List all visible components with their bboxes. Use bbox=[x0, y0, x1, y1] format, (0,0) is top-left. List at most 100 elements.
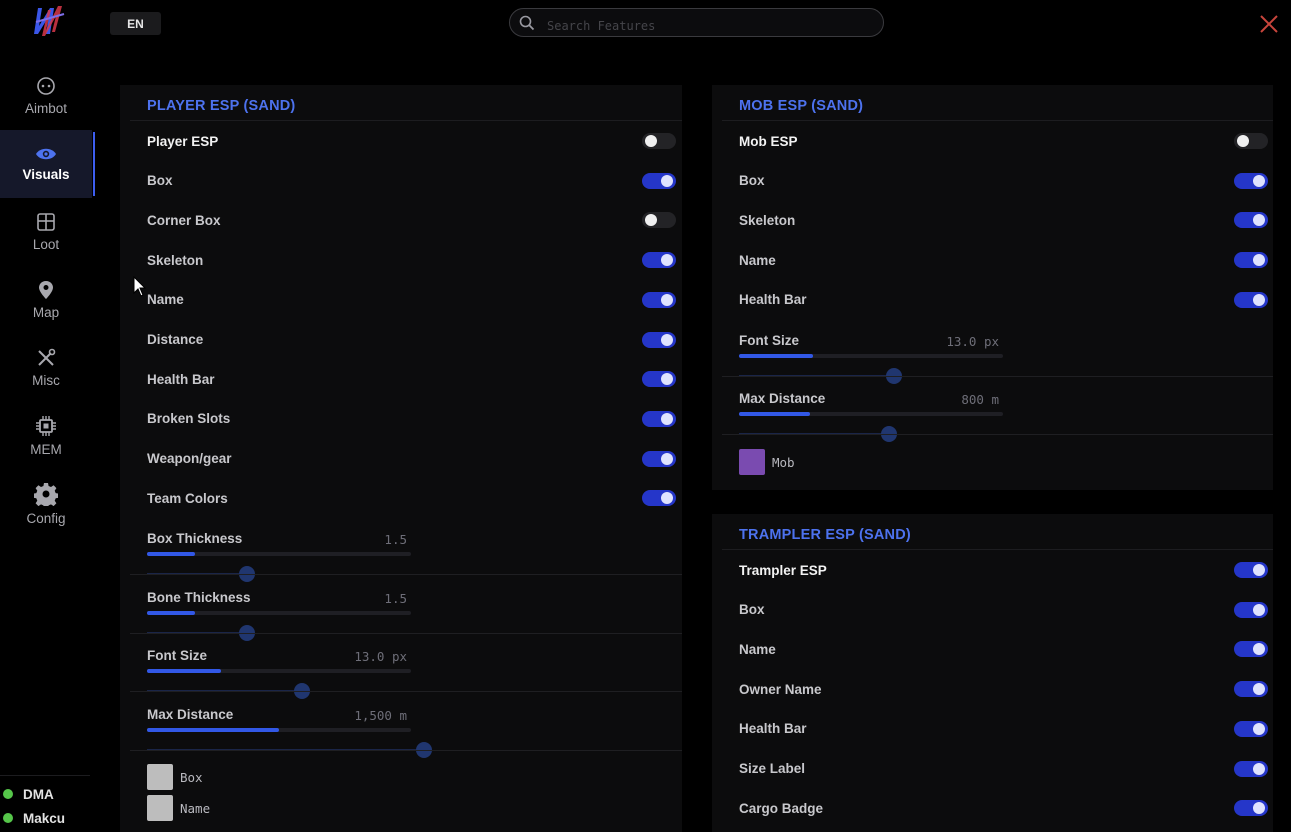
color-swatch[interactable] bbox=[147, 764, 173, 790]
player-esp-panel: PLAYER ESP (SAND) Player ESP Box Corner Bo… bbox=[120, 85, 682, 832]
toggle-switch[interactable] bbox=[1234, 641, 1268, 658]
slider-label: Max Distance bbox=[147, 706, 234, 722]
setting-label: Trampler ESP bbox=[739, 562, 827, 578]
setting-label: Corner Box bbox=[147, 212, 221, 228]
setting-label: Distance bbox=[147, 332, 204, 347]
toggle-switch[interactable] bbox=[1234, 252, 1268, 269]
slider-label: Bone Thickness bbox=[147, 589, 251, 605]
toggle-switch[interactable] bbox=[642, 331, 676, 348]
slider-track[interactable] bbox=[739, 412, 1003, 416]
color-swatch-row: Name bbox=[147, 795, 210, 821]
close-button[interactable] bbox=[1257, 12, 1281, 36]
swatch-label: Mob bbox=[772, 454, 795, 470]
setting-label: Name bbox=[147, 292, 184, 308]
setting-label: Team Colors bbox=[147, 490, 228, 506]
setting-label: Cargo Badge bbox=[739, 800, 824, 816]
map-pin-icon bbox=[39, 281, 53, 299]
setting-row: Box bbox=[739, 600, 765, 620]
setting-label: Mob ESP bbox=[739, 133, 798, 149]
sidebar-item-mem[interactable]: MEM bbox=[0, 402, 92, 470]
toggle-knob bbox=[1237, 135, 1249, 147]
toggle-knob bbox=[661, 373, 673, 386]
slider-track[interactable] bbox=[147, 610, 411, 615]
toggle-switch[interactable] bbox=[1234, 760, 1268, 777]
setting-row: Skeleton bbox=[147, 250, 203, 270]
toggle-switch[interactable] bbox=[1234, 212, 1268, 229]
panel-title: TRAMPLER ESP (SAND) bbox=[739, 527, 911, 543]
setting-row: Box bbox=[147, 171, 173, 191]
search-bar[interactable] bbox=[509, 8, 884, 37]
setting-row: Owner Name bbox=[739, 679, 822, 699]
toggle-knob bbox=[1253, 564, 1265, 576]
connection-status: DMA Makcu bbox=[0, 775, 90, 830]
sidebar-item-label: Config bbox=[26, 511, 66, 526]
status-dma: DMA bbox=[0, 782, 90, 806]
status-label: DMA bbox=[23, 786, 54, 802]
toggle-knob bbox=[661, 174, 673, 187]
swatch-label: Box bbox=[180, 769, 203, 785]
color-swatch-row: Mob bbox=[739, 449, 795, 475]
close-icon bbox=[1260, 15, 1278, 33]
sidebar-item-label: Visuals bbox=[22, 167, 70, 182]
setting-row: Size Label bbox=[739, 759, 805, 779]
setting-row: Box bbox=[739, 171, 765, 191]
slider-track[interactable] bbox=[147, 727, 411, 732]
slider-track[interactable] bbox=[739, 354, 1003, 358]
setting-row: Trampler ESP bbox=[739, 560, 827, 580]
toggle-switch[interactable] bbox=[642, 172, 676, 189]
toggle-knob bbox=[1253, 722, 1265, 735]
slider-track[interactable] bbox=[147, 669, 411, 673]
setting-row: Broken Slots bbox=[147, 409, 230, 429]
color-swatch[interactable] bbox=[147, 795, 173, 821]
aimbot-icon bbox=[37, 77, 55, 95]
toggle-knob bbox=[1253, 802, 1265, 815]
sidebar-item-config[interactable]: Config bbox=[0, 470, 92, 538]
setting-label: Size Label bbox=[739, 761, 806, 776]
toggle-switch[interactable] bbox=[642, 450, 676, 467]
slider-value: 1,500 m bbox=[354, 707, 407, 723]
toggle-switch[interactable] bbox=[1234, 172, 1268, 189]
color-swatch[interactable] bbox=[739, 449, 765, 475]
setting-label: Skeleton bbox=[147, 252, 204, 268]
setting-row: Health Bar bbox=[147, 369, 215, 389]
toggle-switch[interactable] bbox=[642, 410, 676, 427]
toggle-switch[interactable] bbox=[1234, 562, 1268, 578]
toggle-switch[interactable] bbox=[1234, 133, 1268, 149]
toggle-knob bbox=[1253, 254, 1265, 267]
slider-value: 13.0 px bbox=[354, 649, 407, 664]
setting-label: Box bbox=[147, 173, 173, 189]
slider-fill bbox=[147, 669, 221, 673]
toggle-switch[interactable] bbox=[642, 371, 676, 388]
toggle-switch[interactable] bbox=[1234, 800, 1268, 817]
slider-value: 13.0 px bbox=[946, 334, 999, 349]
panel-title: PLAYER ESP (SAND) bbox=[147, 98, 296, 114]
setting-label: Health Bar bbox=[147, 371, 215, 387]
search-input[interactable] bbox=[547, 18, 857, 33]
toggle-switch[interactable] bbox=[1234, 720, 1268, 737]
slider-fill bbox=[147, 552, 195, 556]
toggle-switch[interactable] bbox=[642, 133, 676, 149]
toggle-switch[interactable] bbox=[1234, 681, 1268, 698]
separator bbox=[130, 574, 682, 575]
slider-label: Box Thickness bbox=[147, 531, 243, 546]
toggle-switch[interactable] bbox=[642, 490, 676, 507]
language-button[interactable]: EN bbox=[110, 12, 161, 35]
sidebar-item-misc[interactable]: Misc bbox=[0, 334, 92, 402]
separator bbox=[130, 749, 682, 751]
sidebar-item-visuals[interactable]: Visuals bbox=[0, 130, 95, 198]
sidebar-item-map[interactable]: Map bbox=[0, 266, 92, 334]
toggle-switch[interactable] bbox=[1234, 291, 1268, 308]
mouse-cursor-icon bbox=[133, 276, 147, 297]
sidebar-item-loot[interactable]: Loot bbox=[0, 198, 92, 266]
slider-value: 1.5 bbox=[384, 532, 407, 547]
slider-track[interactable] bbox=[147, 552, 411, 556]
slider-fill bbox=[739, 354, 813, 358]
setting-row: Team Colors bbox=[147, 488, 228, 508]
toggle-switch[interactable] bbox=[642, 252, 676, 269]
toggle-switch[interactable] bbox=[1234, 601, 1268, 618]
eye-icon bbox=[36, 148, 56, 160]
sidebar-item-aimbot[interactable]: Aimbot bbox=[0, 62, 92, 130]
toggle-switch[interactable] bbox=[642, 291, 676, 308]
toggle-switch[interactable] bbox=[642, 212, 676, 229]
setting-row: Health Bar bbox=[739, 719, 807, 739]
